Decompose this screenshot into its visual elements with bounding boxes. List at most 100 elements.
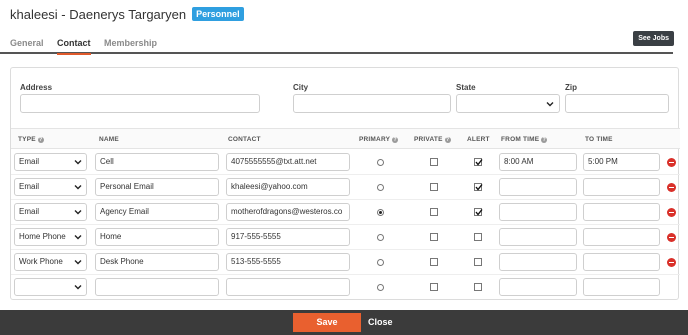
remove-row-icon[interactable] [667,258,676,267]
check-icon [475,209,483,216]
save-button[interactable]: Save [293,313,361,332]
type-select[interactable]: Home Phone [14,228,87,246]
type-select[interactable]: Email [14,203,87,221]
primary-radio[interactable] [377,284,384,291]
alert-checkbox[interactable] [474,183,483,191]
name-input[interactable]: Agency Email [95,203,219,221]
contact-panel: Address City State Zip TYPE? NAME CONTAC… [10,67,680,300]
primary-radio[interactable] [377,234,384,241]
city-input[interactable] [293,94,451,113]
contact-input[interactable]: khaleesi@yahoo.com [226,178,350,196]
tab-contact[interactable]: Contact [57,38,91,55]
name-input[interactable] [95,278,219,296]
help-icon: ? [444,137,451,143]
contact-table: TYPE? NAME CONTACT PRIMARY? PRIVATE? ALE… [11,128,680,296]
type-select[interactable] [14,278,87,296]
from-time-input[interactable] [499,228,577,246]
from-time-input[interactable] [499,253,577,271]
to-time-input[interactable] [583,228,660,246]
chevron-down-icon [74,160,82,165]
private-checkbox[interactable] [430,283,438,291]
to-time-input[interactable] [583,253,660,271]
alert-checkbox[interactable] [474,208,483,216]
contact-input[interactable]: motherofdragons@westeros.co [226,203,350,221]
primary-radio[interactable] [377,184,384,191]
from-time-input[interactable]: 8:00 AM [499,153,577,171]
zip-label: Zip [565,83,577,92]
check-icon [475,159,483,166]
alert-checkbox[interactable] [474,258,482,266]
table-header: TYPE? NAME CONTACT PRIMARY? PRIVATE? ALE… [11,128,680,149]
to-time-input[interactable]: 5:00 PM [583,153,660,171]
remove-row-icon[interactable] [667,233,676,242]
help-icon: ? [392,137,399,143]
city-label: City [293,83,309,92]
to-time-input[interactable] [583,278,660,296]
contact-input[interactable]: 917-555-5555 [226,228,350,246]
alert-header: ALERT [467,136,490,143]
contact-input[interactable]: 513-555-5555 [226,253,350,271]
primary-radio[interactable] [377,159,384,166]
remove-row-icon[interactable] [667,183,676,192]
title-row: khaleesi - Daenerys Targaryen Personnel [10,6,244,22]
see-jobs-button[interactable]: See Jobs [633,31,674,46]
chevron-down-icon [546,101,554,106]
to-time-input[interactable] [583,203,660,221]
contact-header: CONTACT [228,136,261,143]
chevron-down-icon [74,285,82,290]
contact-input[interactable] [226,278,350,296]
alert-checkbox[interactable] [474,233,482,241]
personnel-badge: Personnel [192,7,244,21]
help-icon: ? [541,137,548,143]
alert-checkbox[interactable] [474,283,482,291]
contact-input[interactable]: 4075555555@txt.att.net [226,153,350,171]
name-input[interactable]: Desk Phone [95,253,219,271]
type-select[interactable]: Email [14,178,87,196]
private-header: PRIVATE? [414,136,451,143]
check-icon [475,184,483,191]
type-select[interactable]: Email [14,153,87,171]
name-input[interactable]: Personal Email [95,178,219,196]
name-input[interactable]: Home [95,228,219,246]
from-time-input[interactable] [499,178,577,196]
tab-membership[interactable]: Membership [104,38,157,48]
chevron-down-icon [74,260,82,265]
remove-row-icon[interactable] [667,208,676,217]
zip-input[interactable] [565,94,669,113]
private-checkbox[interactable] [430,258,438,266]
help-icon: ? [37,137,44,143]
table-row: Work Phone Desk Phone 513-555-5555 [11,250,680,275]
address-input[interactable] [20,94,260,113]
name-header: NAME [99,136,119,143]
primary-radio[interactable] [377,259,384,266]
from-time-header: FROM TIME? [501,136,548,143]
from-time-input[interactable] [499,278,577,296]
tab-bar: General Contact Membership [0,34,673,55]
name-input[interactable]: Cell [95,153,219,171]
footer-bar: Save Close [0,310,688,335]
alert-checkbox[interactable] [474,158,483,166]
private-checkbox[interactable] [430,208,438,216]
private-checkbox[interactable] [430,233,438,241]
type-header: TYPE? [18,136,44,143]
state-label: State [456,83,476,92]
table-row: Home Phone Home 917-555-5555 [11,225,680,250]
remove-row-icon[interactable] [667,158,676,167]
primary-header: PRIMARY? [359,136,399,143]
chevron-down-icon [74,235,82,240]
tab-general[interactable]: General [10,38,44,48]
table-row: Email Agency Email motherofdragons@weste… [11,200,680,225]
table-row: Email Cell 4075555555@txt.att.net 8:00 A… [11,150,680,175]
primary-radio[interactable] [377,209,384,216]
to-time-input[interactable] [583,178,660,196]
private-checkbox[interactable] [430,158,438,166]
state-select[interactable] [456,94,560,113]
private-checkbox[interactable] [430,183,438,191]
table-row [11,275,680,300]
to-time-header: TO TIME [585,136,613,143]
table-row: Email Personal Email khaleesi@yahoo.com [11,175,680,200]
close-button[interactable]: Close [368,313,393,332]
type-select[interactable]: Work Phone [14,253,87,271]
from-time-input[interactable] [499,203,577,221]
page-title: khaleesi - Daenerys Targaryen [10,6,187,22]
